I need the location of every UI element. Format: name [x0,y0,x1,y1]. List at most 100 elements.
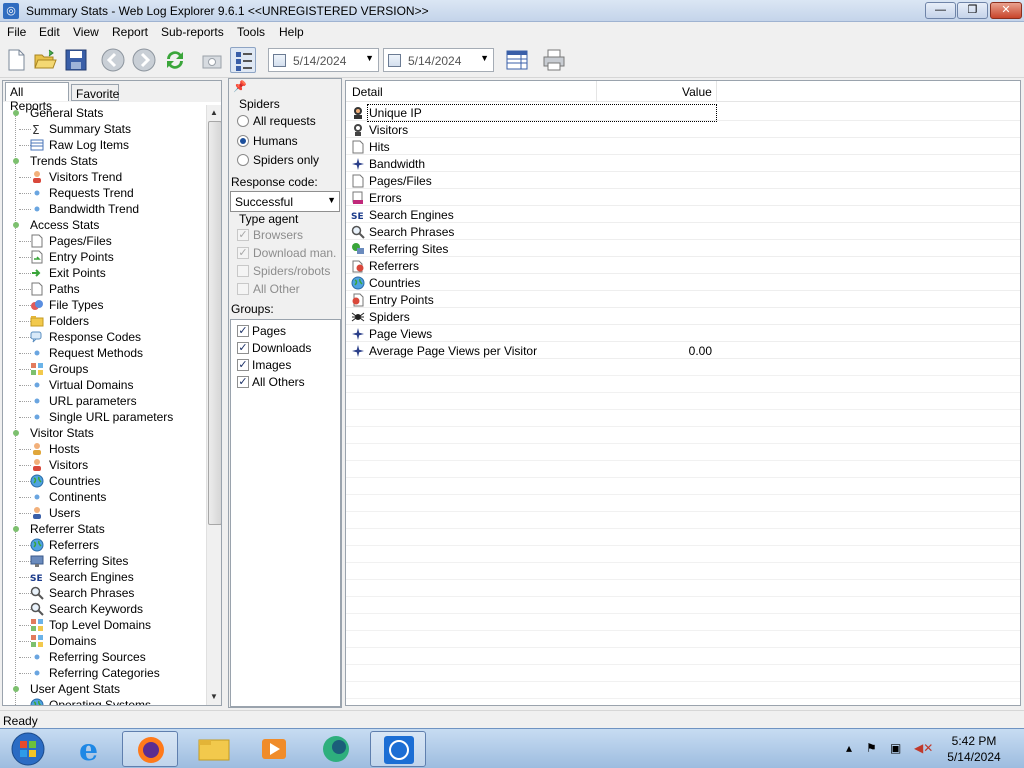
summary-row[interactable]: Spiders [346,308,1020,325]
minimize-button[interactable]: — [925,2,956,19]
chevron-down-icon[interactable]: ▼ [480,53,489,63]
checkbox-all-others-label[interactable]: All Others [252,375,305,389]
filter-panel-toggle-button[interactable] [230,47,256,73]
menu-file[interactable]: File [7,25,26,39]
response-code-select[interactable]: Successful ▼ [230,191,340,212]
column-detail[interactable]: Detail [352,85,383,99]
tree-item-label: Bandwidth Trend [49,202,140,216]
checkbox-images[interactable]: ✓ [237,359,249,371]
forward-button[interactable] [131,47,157,73]
star-icon [351,344,365,358]
summary-row[interactable]: Page Views [346,325,1020,342]
menu-help[interactable]: Help [279,25,304,39]
date-to-picker[interactable]: 5/14/2024 ▼ [383,48,494,72]
print-button[interactable] [541,47,567,73]
new-file-button[interactable] [3,47,29,73]
checkbox-download-managers: ✓ [237,247,249,259]
taskbar: e ▴ ⚑ ▣ ◀✕ 5:42 PM 5/14/2024 [0,728,1024,768]
open-button[interactable] [32,47,58,73]
date-to-checkbox[interactable] [388,54,401,67]
radio-spiders-only[interactable] [237,154,249,166]
volume-muted-icon[interactable]: ◀✕ [914,741,933,755]
taskbar-app[interactable] [308,731,364,767]
pin-icon[interactable]: 📌 [233,80,247,93]
empty-row [346,376,1020,393]
tab-all-reports[interactable]: All Reports [5,82,69,113]
columns-button[interactable] [504,47,530,73]
show-hidden-icons-icon[interactable]: ▴ [846,741,852,755]
tab-favorite[interactable]: Favorite [71,84,119,101]
dot-icon [30,394,44,408]
summary-row[interactable]: Average Page Views per Visitor 0.00 [346,342,1020,359]
menu-edit[interactable]: Edit [39,25,60,39]
summary-row[interactable]: SE Search Engines [346,206,1020,223]
summary-row[interactable]: Referrers [346,257,1020,274]
dot-icon [30,378,44,392]
summary-row[interactable]: Pages/Files [346,172,1020,189]
date-from-checkbox[interactable] [273,54,286,67]
close-button[interactable]: ✕ [990,2,1022,19]
enter-icon [30,250,44,264]
checkbox-all-other-label: All Other [253,282,300,296]
checkbox-all-others[interactable]: ✓ [237,376,249,388]
menu-tools[interactable]: Tools [237,25,265,39]
summary-row[interactable]: Countries [346,274,1020,291]
action-center-flag-icon[interactable]: ⚑ [866,741,877,755]
unique-ip-icon [351,106,365,120]
reports-tree: General Stats Σ Summary Stats Raw Log Items… [3,105,207,705]
network-icon[interactable]: ▣ [890,741,901,755]
checkbox-pages-label[interactable]: Pages [252,324,286,338]
taskbar-explorer[interactable] [186,731,242,767]
start-button[interactable] [2,731,58,767]
radio-humans-label[interactable]: Humans [253,134,298,148]
dot-icon [30,410,44,424]
chevron-down-icon[interactable]: ▼ [365,53,374,63]
menu-view[interactable]: View [73,25,99,39]
media-player-icon [262,739,286,759]
taskbar-web-log-explorer[interactable] [370,731,426,767]
summary-row[interactable]: Errors [346,189,1020,206]
back-button[interactable] [100,47,126,73]
chat-icon [30,330,44,344]
summary-row-label: Search Phrases [369,225,455,239]
scroll-up-icon[interactable]: ▲ [210,108,218,117]
radio-all-requests-label[interactable]: All requests [253,114,316,128]
checkbox-downloads[interactable]: ✓ [237,342,249,354]
taskbar-clock[interactable]: 5:42 PM 5/14/2024 [938,733,1010,765]
refresh-button[interactable] [162,47,188,73]
taskbar-internet-explorer[interactable]: e [62,731,118,768]
taskbar-media-player[interactable] [246,731,302,767]
restore-button[interactable]: ❐ [957,2,988,19]
scroll-thumb[interactable] [208,121,221,525]
globe-icon [30,538,44,552]
summary-row[interactable]: Search Phrases [346,223,1020,240]
tree-connector [15,113,16,705]
radio-spiders-only-label[interactable]: Spiders only [253,153,319,167]
snapshot-button[interactable] [199,47,225,73]
menu-report[interactable]: Report [112,25,148,39]
save-button[interactable] [63,47,89,73]
tree-item-label: Summary Stats [49,122,132,136]
tree-group-bullet [13,430,19,436]
scroll-down-icon[interactable]: ▼ [210,692,218,701]
tree-scrollbar[interactable]: ▲ ▼ [206,105,221,705]
summary-row[interactable]: Visitors [346,121,1020,138]
taskbar-firefox[interactable] [122,731,178,767]
summary-row[interactable]: Entry Points [346,291,1020,308]
summary-row[interactable]: Referring Sites [346,240,1020,257]
date-from-picker[interactable]: 5/14/2024 ▼ [268,48,379,72]
menu-sub-reports[interactable]: Sub-reports [161,25,224,39]
checkbox-images-label[interactable]: Images [252,358,291,372]
summary-row[interactable]: Bandwidth [346,155,1020,172]
dot-icon [30,186,44,200]
tree-item-label: Entry Points [49,250,114,264]
summary-row[interactable]: Unique IP [346,104,1020,122]
column-value[interactable]: Value [682,85,712,99]
radio-humans[interactable] [237,135,249,147]
summary-row[interactable]: Hits [346,138,1020,155]
summary-row-label: Pages/Files [369,174,432,188]
checkbox-downloads-label[interactable]: Downloads [252,341,311,355]
tree-item-label: Search Keywords [49,602,144,616]
radio-all-requests[interactable] [237,115,249,127]
checkbox-pages[interactable]: ✓ [237,325,249,337]
